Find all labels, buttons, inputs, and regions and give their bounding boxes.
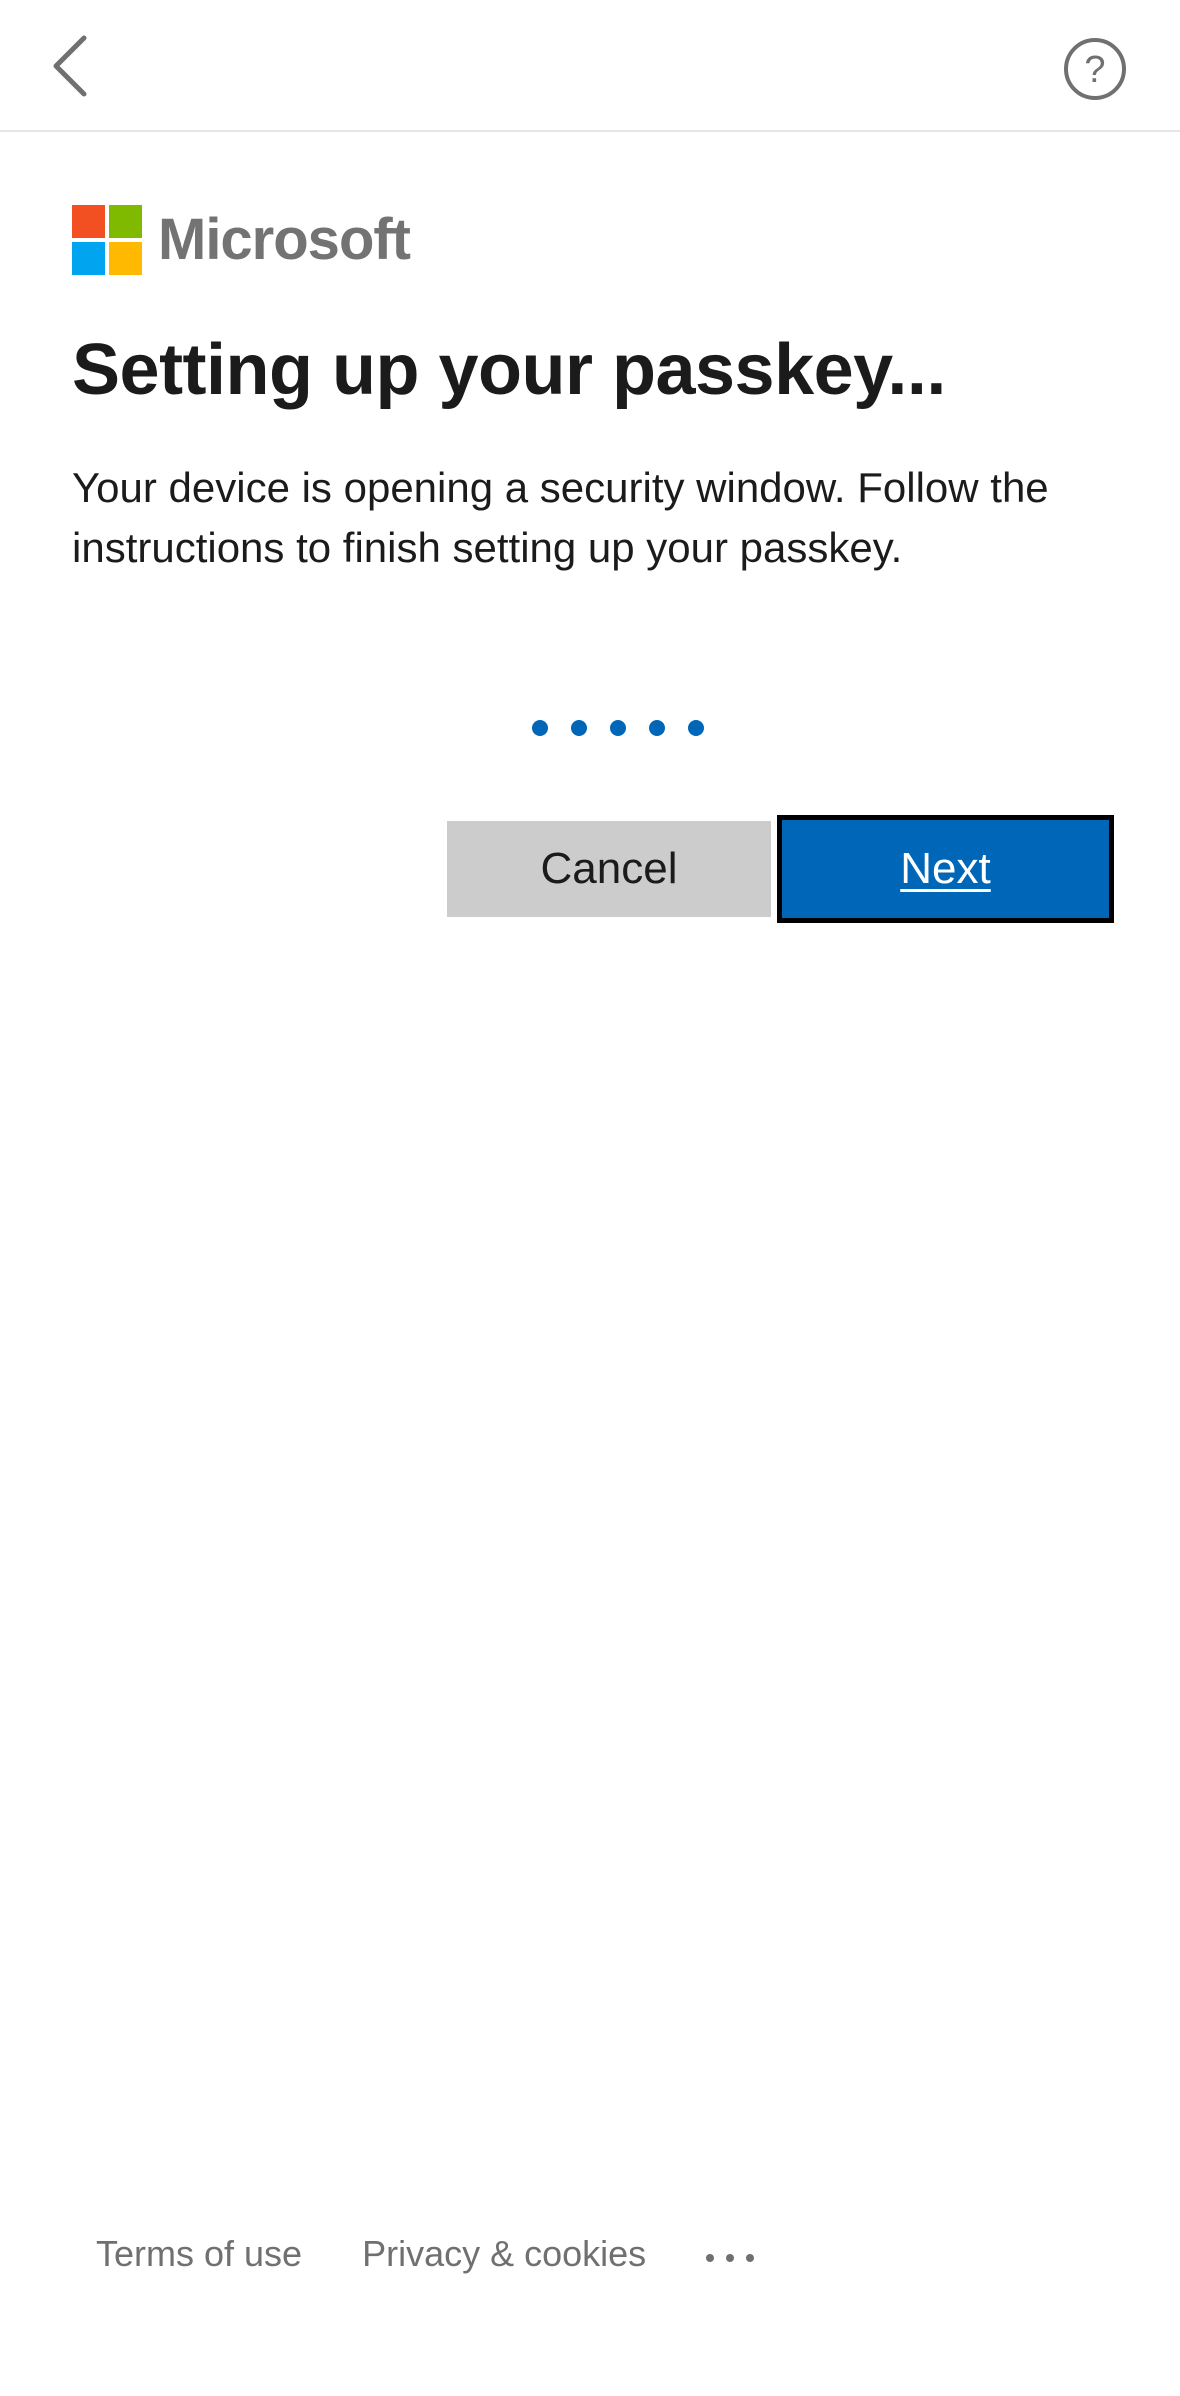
progress-dot xyxy=(610,720,626,736)
next-button[interactable]: Next xyxy=(777,815,1114,923)
terms-of-use-link[interactable]: Terms of use xyxy=(96,2233,302,2275)
progress-dot xyxy=(688,720,704,736)
help-glyph: ? xyxy=(1084,49,1105,91)
back-button[interactable] xyxy=(40,28,104,104)
progress-dot xyxy=(571,720,587,736)
top-bar: ? xyxy=(0,0,1180,132)
page-description: Your device is opening a security window… xyxy=(72,464,1049,571)
page-title: Setting up your passkey... xyxy=(72,330,946,410)
microsoft-logo: Microsoft xyxy=(72,204,411,276)
help-button[interactable]: ? xyxy=(1060,34,1130,104)
question-circle-icon: ? xyxy=(1064,38,1126,100)
brand-name: Microsoft xyxy=(158,207,411,272)
progress-dot xyxy=(532,720,548,736)
footer: Terms of use Privacy & cookies xyxy=(96,2226,755,2282)
microsoft-logo-icon xyxy=(72,205,142,275)
more-options-icon[interactable] xyxy=(706,2222,755,2286)
progress-indicator xyxy=(532,720,704,740)
cancel-button[interactable]: Cancel xyxy=(447,821,771,917)
progress-dot xyxy=(649,720,665,736)
privacy-cookies-link[interactable]: Privacy & cookies xyxy=(362,2233,646,2275)
chevron-left-icon xyxy=(53,35,87,97)
